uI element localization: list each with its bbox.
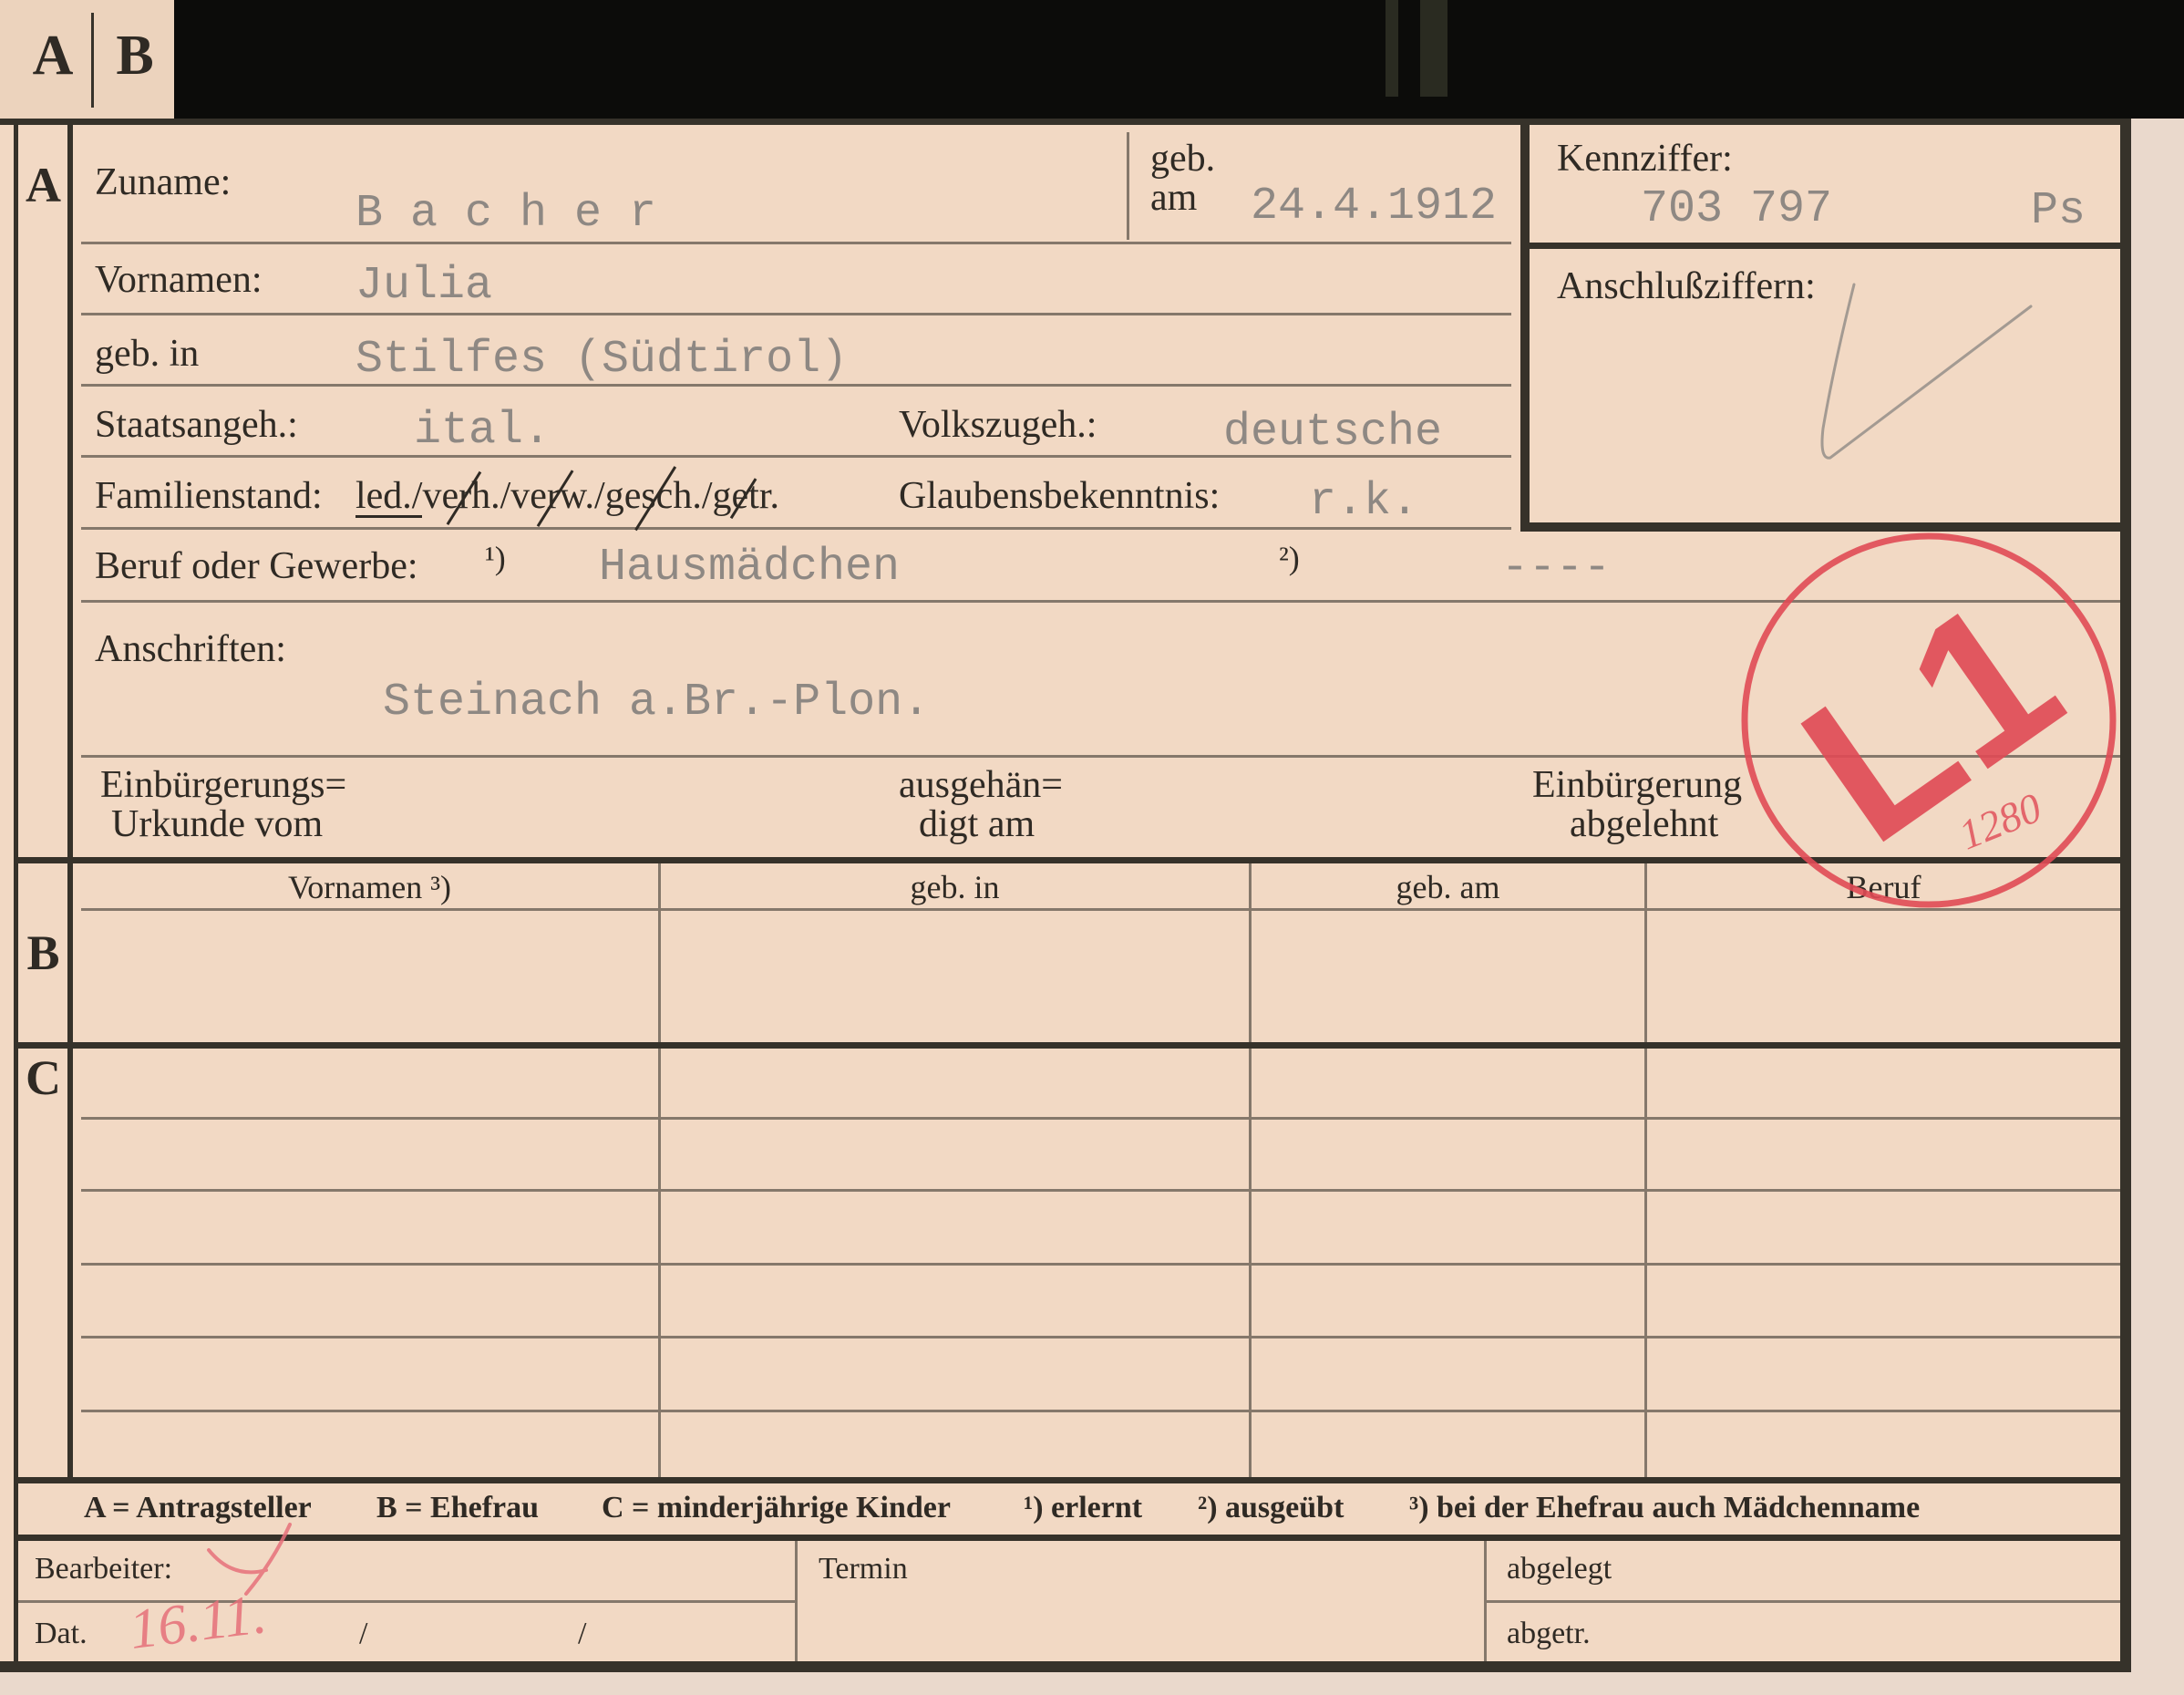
footer-column-divider bbox=[1484, 1541, 1487, 1661]
familienstand-option: verh./ bbox=[422, 475, 511, 517]
familienstand-option: gesch./ bbox=[604, 475, 713, 517]
datum-separator: / bbox=[578, 1617, 587, 1650]
anschriften-label: Anschriften: bbox=[95, 628, 286, 670]
einbuergerungsurkunde-label-line2: Urkunde vom bbox=[111, 803, 324, 845]
row-rule bbox=[81, 755, 2120, 758]
abgelegt-label: abgelegt bbox=[1507, 1552, 1612, 1586]
index-tab: A B bbox=[0, 0, 174, 119]
row-rule bbox=[81, 313, 1511, 315]
card-left-border bbox=[14, 119, 18, 1672]
kennziffer-label: Kennziffer: bbox=[1557, 138, 1733, 180]
zuname-value: B a c h e r bbox=[355, 188, 657, 240]
section-a-b-separator bbox=[14, 857, 2131, 863]
scan-background bbox=[0, 0, 2184, 119]
section-letter-a: A bbox=[26, 158, 61, 212]
card-bottom-border bbox=[0, 1661, 2131, 1672]
einbuergerungsurkunde-label-line1: Einbürgerungs= bbox=[100, 764, 347, 806]
legend-footer-separator bbox=[14, 1535, 2131, 1541]
legend-item: ¹) erlernt bbox=[1024, 1491, 1143, 1524]
familienstand-option: verw./ bbox=[510, 475, 605, 517]
geburtsdatum-value: 24.4.1912 bbox=[1251, 181, 1498, 233]
row-rule bbox=[81, 242, 1511, 244]
volkszugehoerigkeit-label: Volkszugeh.: bbox=[899, 404, 1097, 446]
einbuergerung-abgelehnt-label-line2: abgelehnt bbox=[1570, 803, 1719, 845]
geburtsort-value: Stilfes (Südtirol) bbox=[355, 334, 849, 386]
section-letter-c: C bbox=[26, 1050, 61, 1105]
table-column-divider bbox=[1249, 1049, 1252, 1477]
beruf-footnote-2-marker: ²) bbox=[1279, 540, 1300, 576]
table-row-rule bbox=[81, 1117, 2120, 1120]
tab-letter-a: A bbox=[32, 25, 74, 87]
bearbeiter-label: Bearbeiter: bbox=[35, 1552, 173, 1586]
table-column-divider bbox=[658, 1049, 661, 1477]
familienstand-option: getr. bbox=[712, 475, 779, 517]
anschrift-value: Steinach a.Br.-Plon. bbox=[383, 677, 931, 729]
einbuergerung-abgelehnt-label-line1: Einbürgerung bbox=[1532, 764, 1743, 806]
table-row-rule bbox=[81, 1410, 2120, 1412]
volkszugehoerigkeit-value: deutsche bbox=[1223, 407, 1443, 459]
tab-divider bbox=[91, 13, 94, 108]
familienstand-label: Familienstand: bbox=[95, 475, 323, 517]
ausgehaendigt-label-line1: ausgehän= bbox=[899, 764, 1063, 806]
section-letter-b: B bbox=[26, 925, 60, 980]
zuname-label: Zuname: bbox=[95, 161, 232, 203]
beruf-footnote-1-marker: ¹) bbox=[485, 540, 506, 576]
table-header-rule bbox=[81, 908, 2120, 911]
legend-item: ³) bei der Ehefrau auch Mädchenname bbox=[1409, 1491, 1921, 1524]
tab-letter-b: B bbox=[116, 25, 154, 87]
kennziffer-box-left-border bbox=[1520, 125, 1530, 532]
staatsangehoerigkeit-label: Staatsangeh.: bbox=[95, 404, 298, 446]
kennziffer-box-divider bbox=[1520, 243, 2122, 249]
scan-edge-mark bbox=[1420, 0, 1447, 97]
zuname-geb-am-divider bbox=[1127, 132, 1129, 240]
table-header-geb-in: geb. in bbox=[910, 869, 1000, 905]
familienstand-option: led./ bbox=[355, 475, 423, 518]
geb-am-label-line2: am bbox=[1150, 177, 1198, 219]
legend-item: ²) ausgeübt bbox=[1198, 1491, 1344, 1524]
familienstand-options: led./ verh./ verw./ gesch./ getr. bbox=[355, 477, 779, 518]
kennziffer-box-bottom-border bbox=[1520, 522, 2122, 532]
section-b-c-separator bbox=[14, 1042, 2131, 1049]
anschlussziffern-label: Anschlußziffern: bbox=[1557, 265, 1816, 307]
termin-label: Termin bbox=[819, 1552, 908, 1586]
datum-separator: / bbox=[359, 1617, 368, 1650]
legend-item: A = Antragsteller bbox=[84, 1491, 312, 1524]
table-header-geb-am: geb. am bbox=[1396, 869, 1500, 905]
scan-edge-mark bbox=[1386, 0, 1398, 97]
section-letter-column-rule bbox=[67, 125, 73, 1480]
legend-item: C = minderjährige Kinder bbox=[602, 1491, 951, 1524]
section-c-legend-separator bbox=[14, 1477, 2131, 1483]
geb-am-label-line1: geb. bbox=[1150, 138, 1216, 180]
datum-label: Dat. bbox=[35, 1617, 88, 1650]
card-top-border bbox=[0, 119, 2131, 125]
footer-row-rule bbox=[18, 1600, 796, 1603]
glaubensbekenntnis-label: Glaubensbekenntnis: bbox=[899, 475, 1221, 517]
glaubensbekenntnis-value: r.k. bbox=[1309, 476, 1419, 528]
row-rule bbox=[81, 527, 1511, 530]
kennziffer-suffix: Ps bbox=[2031, 185, 2086, 237]
geb-in-label: geb. in bbox=[95, 333, 200, 375]
staatsangehoerigkeit-value: ital. bbox=[414, 405, 551, 457]
abgetragen-label: abgetr. bbox=[1507, 1617, 1591, 1650]
table-row-rule bbox=[81, 1336, 2120, 1338]
row-rule bbox=[81, 600, 2120, 603]
footer-row-rule bbox=[1486, 1600, 2120, 1603]
kennziffer-value: 703 797 bbox=[1641, 183, 1833, 235]
table-column-divider bbox=[1644, 1049, 1647, 1477]
beruf-ausgeuebt-value: ---- bbox=[1501, 543, 1612, 594]
vornamen-value: Julia bbox=[355, 260, 493, 312]
table-header-beruf: Beruf bbox=[1846, 869, 1921, 905]
beruf-erlernt-value: Hausmädchen bbox=[599, 542, 901, 594]
legend-item: B = Ehefrau bbox=[376, 1491, 540, 1524]
ausgehaendigt-label-line2: digt am bbox=[919, 803, 1035, 845]
table-header-vornamen: Vornamen ³) bbox=[287, 869, 452, 905]
table-row-rule bbox=[81, 1189, 2120, 1192]
beruf-label: Beruf oder Gewerbe: bbox=[95, 545, 418, 587]
table-row-rule bbox=[81, 1263, 2120, 1266]
footer-column-divider bbox=[795, 1541, 798, 1661]
card-right-border bbox=[2120, 119, 2131, 1672]
vornamen-label: Vornamen: bbox=[95, 259, 263, 301]
